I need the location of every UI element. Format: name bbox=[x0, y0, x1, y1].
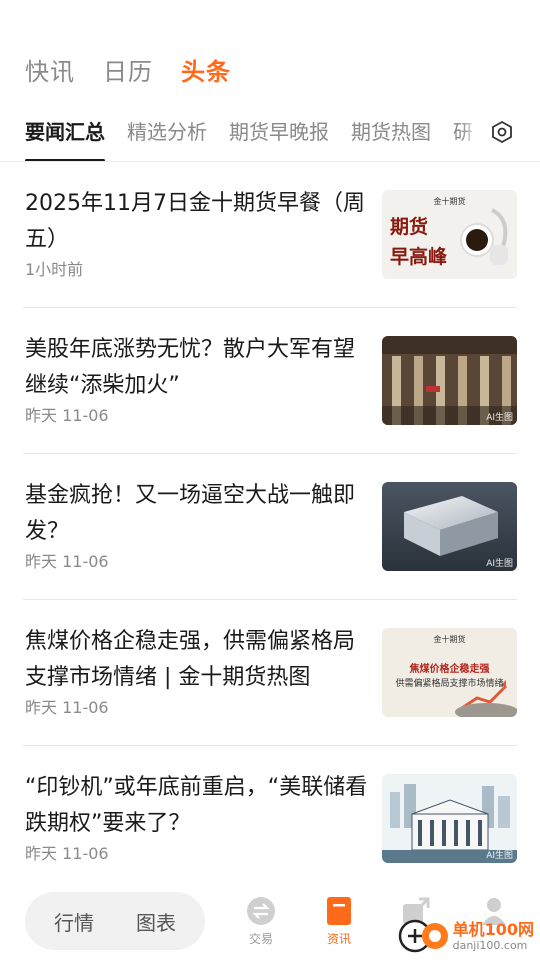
tab-headlines[interactable]: 头条 bbox=[181, 52, 231, 87]
news-list: 2025年11月7日金十期货早餐（周五） 1小时前 金十期货 期货 早高峰 美股… bbox=[0, 162, 540, 892]
thumb-line1: 期货 bbox=[390, 216, 429, 238]
market-chart-pill: 行情 图表 bbox=[25, 892, 205, 950]
news-item[interactable]: 美股年底涨势无忧？散户大军有望继续“添柴加火” 昨天 11-06 AI生图 bbox=[23, 308, 517, 454]
nav-trade-label: 交易 bbox=[248, 932, 273, 946]
ai-generated-tag: AI生图 bbox=[486, 851, 513, 861]
sub-tabs: 要闻汇总 精选分析 期货早晚报 期货热图研 bbox=[25, 116, 540, 162]
news-time: 昨天 11-06 bbox=[25, 552, 109, 571]
subtab-research[interactable]: 研 bbox=[453, 116, 473, 162]
tab-flash-news[interactable]: 快讯 bbox=[25, 52, 75, 87]
subtab-futures-report[interactable]: 期货早晚报 bbox=[229, 116, 329, 162]
news-title[interactable]: 美股年底涨势无忧？散户大军有望继续“添柴加火” bbox=[25, 332, 370, 404]
thumb-brand: 金十期货 bbox=[433, 197, 466, 206]
news-thumbnail[interactable]: 金十期货 焦煤价格企稳走强 供需偏紧格局支撑市场情绪 bbox=[382, 628, 517, 717]
news-time: 昨天 11-06 bbox=[25, 406, 109, 425]
news-thumbnail[interactable]: 金十期货 期货 早高峰 bbox=[382, 190, 517, 279]
watermark-logo-icon bbox=[398, 919, 448, 953]
hexagon-settings-icon bbox=[492, 120, 512, 144]
nav-market[interactable]: 行情 bbox=[54, 907, 94, 936]
news-item[interactable]: 2025年11月7日金十期货早餐（周五） 1小时前 金十期货 期货 早高峰 bbox=[23, 162, 517, 308]
thumb-line2: 早高峰 bbox=[390, 246, 448, 268]
news-time: 昨天 11-06 bbox=[25, 844, 109, 863]
news-thumbnail[interactable]: AI生图 bbox=[382, 482, 517, 571]
watermark: 单机100网 danji100.com bbox=[397, 918, 534, 954]
news-title[interactable]: 2025年11月7日金十期货早餐（周五） bbox=[25, 186, 370, 258]
subtab-news-summary[interactable]: 要闻汇总 bbox=[25, 116, 105, 162]
news-thumbnail[interactable]: AI生图 bbox=[382, 336, 517, 425]
thumb-brand: 金十期货 bbox=[433, 635, 466, 644]
nav-chart[interactable]: 图表 bbox=[136, 907, 176, 936]
news-title[interactable]: “印钞机”或年底前重启，“美联储看跌期权”要来了？ bbox=[25, 770, 370, 842]
news-time: 昨天 11-06 bbox=[25, 698, 109, 717]
news-time: 1小时前 bbox=[25, 260, 84, 279]
nav-trade[interactable]: 交易 bbox=[231, 896, 291, 947]
news-item[interactable]: 基金疯抢！又一场逼空大战一触即发？ 昨天 11-06 AI生图 bbox=[23, 454, 517, 600]
thumb-line2: 供需偏紧格局支撑市场情绪 bbox=[395, 679, 504, 689]
news-document-icon bbox=[327, 897, 351, 925]
watermark-title: 单机100网 bbox=[452, 919, 534, 939]
nav-news[interactable]: 资讯 bbox=[309, 896, 369, 947]
subtab-futures-heatmap[interactable]: 期货热图 bbox=[351, 116, 431, 162]
tab-settings-button[interactable] bbox=[482, 112, 522, 152]
tab-calendar[interactable]: 日历 bbox=[103, 52, 153, 87]
news-title[interactable]: 基金疯抢！又一场逼空大战一触即发？ bbox=[25, 478, 370, 550]
watermark-url: danji100.com bbox=[452, 938, 528, 952]
news-thumbnail[interactable]: AI生图 bbox=[382, 774, 517, 863]
nav-news-label: 资讯 bbox=[326, 932, 351, 946]
news-item[interactable]: 焦煤价格企稳走强，供需偏紧格局支撑市场情绪 | 金十期货热图 昨天 11-06 … bbox=[23, 600, 517, 746]
news-item[interactable]: “印钞机”或年底前重启，“美联储看跌期权”要来了？ 昨天 11-06 AI生图 bbox=[23, 746, 517, 892]
ai-generated-tag: AI生图 bbox=[486, 559, 513, 569]
exchange-icon bbox=[247, 897, 275, 925]
top-tabs: 快讯 日历 头条 bbox=[25, 52, 231, 87]
news-title[interactable]: 焦煤价格企稳走强，供需偏紧格局支撑市场情绪 | 金十期货热图 bbox=[25, 624, 370, 696]
subtab-selected-analysis[interactable]: 精选分析 bbox=[127, 116, 207, 162]
bottom-nav: 行情 图表 交易 资讯 单机100网 danji100.com bbox=[0, 880, 540, 960]
ai-generated-tag: AI生图 bbox=[486, 413, 513, 423]
thumb-line1: 焦煤价格企稳走强 bbox=[409, 664, 490, 675]
